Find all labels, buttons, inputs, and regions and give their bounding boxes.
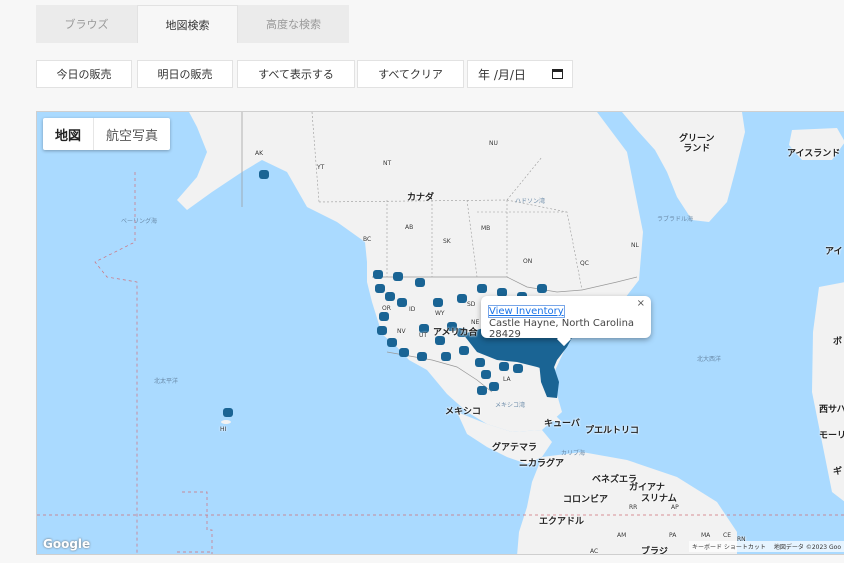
label-la: LA xyxy=(503,376,511,383)
label-ab: AB xyxy=(405,224,414,231)
clear-all-button[interactable]: すべてクリア xyxy=(357,60,464,88)
label-sk: SK xyxy=(443,238,451,245)
map-type-map-button[interactable]: 地図 xyxy=(43,118,95,150)
label-north-atlantic: 北大西洋 xyxy=(697,356,722,363)
label-ut: UT xyxy=(419,332,428,339)
label-nu: NU xyxy=(489,140,498,147)
show-all-button[interactable]: すべて表示する xyxy=(237,60,355,88)
label-mexico-gulf: メキシコ湾 xyxy=(495,402,526,409)
label-pa: PA xyxy=(669,532,677,539)
label-mb: MB xyxy=(481,225,491,232)
label-guatemala: グアテマラ xyxy=(492,443,538,453)
label-mexico: メキシコ xyxy=(445,407,482,417)
label-ak: AK xyxy=(255,150,264,157)
label-ecuador: エクアドル xyxy=(539,517,585,527)
label-caribbean: カリブ海 xyxy=(561,450,586,457)
tab-browse[interactable]: ブラウズ xyxy=(36,5,137,43)
label-north-pacific: 北太平洋 xyxy=(154,378,179,385)
map-attribution: キーボード ショートカット 地図データ ©2023 Goo xyxy=(689,541,844,552)
dateline xyxy=(94,172,138,554)
label-nt: NT xyxy=(383,160,392,167)
label-nl: NL xyxy=(631,242,639,249)
label-bc: BC xyxy=(363,236,372,243)
label-ce: CE xyxy=(723,532,731,539)
label-puerto-rico: プエルトリコ xyxy=(585,426,640,436)
date-placeholder: 年 /月/日 xyxy=(478,67,526,82)
label-ne: NE xyxy=(471,319,480,326)
tab-advanced-search[interactable]: 高度な検索 xyxy=(238,5,349,43)
label-suriname: スリナム xyxy=(641,494,677,504)
map-type-control: 地図 航空写真 xyxy=(43,118,171,150)
label-am: AM xyxy=(617,532,627,539)
label-usa: アメリカ合 xyxy=(433,328,478,338)
label-gi: ギ xyxy=(833,467,843,477)
tab-bar: ブラウズ 地図検索 高度な検索 xyxy=(36,5,349,43)
hawaii-land xyxy=(221,420,231,424)
label-nicaragua: ニカラグア xyxy=(519,459,565,469)
label-wy: WY xyxy=(435,310,445,317)
view-inventory-link[interactable]: View Inventory xyxy=(488,305,565,318)
calendar-icon[interactable] xyxy=(552,69,563,79)
map-type-satellite-button[interactable]: 航空写真 xyxy=(94,118,170,150)
label-yt: YT xyxy=(317,164,325,171)
tab-map-search[interactable]: 地図検索 xyxy=(137,5,238,43)
label-canada: カナダ xyxy=(407,193,435,203)
label-ma: MA xyxy=(701,532,711,539)
label-labrador: ラブラドル海 xyxy=(657,216,694,223)
close-icon[interactable]: × xyxy=(637,298,645,309)
greenland-land xyxy=(622,112,745,222)
label-brazil: ブラジ xyxy=(641,547,668,555)
label-id: ID xyxy=(409,306,416,313)
label-nv: NV xyxy=(397,328,406,335)
label-hudson: ハドソン湾 xyxy=(515,198,546,205)
label-cuba: キューバ xyxy=(544,419,580,429)
info-popup: View Inventory Castle Hayne, North Carol… xyxy=(481,296,651,347)
label-bo: ボ xyxy=(833,337,843,347)
label-colombia: コロンビア xyxy=(563,495,609,505)
popup-address: Castle Hayne, North Carolina 28429 xyxy=(489,318,635,340)
north-america-land xyxy=(177,112,643,432)
map-view[interactable]: 地図 航空写真 グリーン ランド アイスランド カナダ アメリカ合 メキシコ キ… xyxy=(36,111,844,555)
label-or: OR xyxy=(382,305,391,312)
date-input[interactable]: 年 /月/日 xyxy=(467,60,573,88)
label-ap: AP xyxy=(671,504,679,511)
label-iceland: アイスランド xyxy=(787,149,841,159)
map-data-credit[interactable]: 地図データ ©2023 Goo xyxy=(774,542,841,551)
label-hi: HI xyxy=(220,426,227,433)
label-ac: AC xyxy=(590,548,599,555)
tomorrow-sales-button[interactable]: 明日の販売 xyxy=(137,60,233,88)
label-qc: QC xyxy=(580,260,589,267)
label-rr: RR xyxy=(629,504,638,511)
label-mo: モーリ xyxy=(819,431,844,441)
label-nishi: 西サハ xyxy=(819,405,844,415)
label-bering: ベーリング海 xyxy=(121,218,158,225)
google-logo[interactable]: Google xyxy=(43,537,90,551)
today-sales-button[interactable]: 今日の販売 xyxy=(36,60,132,88)
label-greenland: グリーン ランド xyxy=(679,134,715,154)
keyboard-shortcuts-link[interactable]: キーボード ショートカット xyxy=(692,542,766,551)
south-dashes xyxy=(177,491,213,554)
label-ai: アイ xyxy=(825,247,843,257)
label-sd: SD xyxy=(467,301,476,308)
label-on: ON xyxy=(523,258,533,265)
